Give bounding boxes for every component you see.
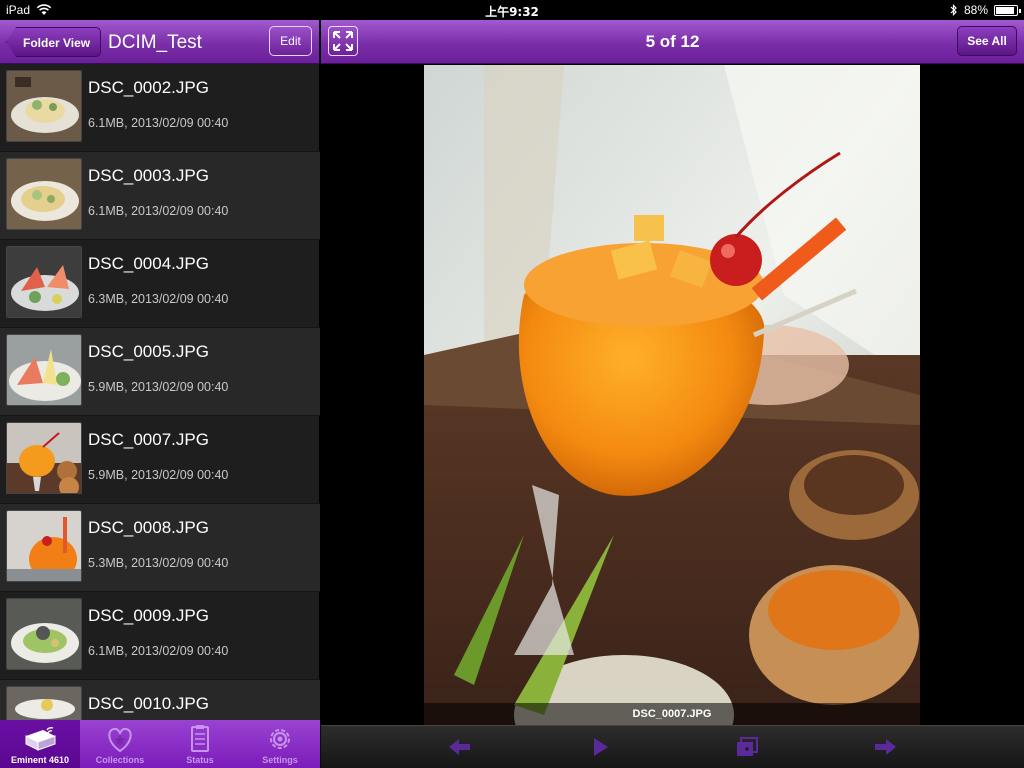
file-meta: 5.3MB, 2013/02/09 00:40 (88, 556, 229, 570)
thumbnail-image (6, 158, 82, 230)
thumbnail-image (6, 70, 82, 142)
list-item[interactable]: DSC_0010.JPG (0, 680, 320, 720)
tab-label: Collections (95, 755, 145, 765)
photo-viewer-panel: 5 of 12 See All DSC_0007.JPG (321, 20, 1024, 768)
file-meta: 5.9MB, 2013/02/09 00:40 (88, 380, 229, 394)
left-navigation-bar: Folder View DCIM_Test Edit (0, 20, 319, 64)
main-photo[interactable] (424, 65, 920, 725)
add-to-collection-icon[interactable] (733, 734, 761, 760)
see-all-button[interactable]: See All (957, 26, 1017, 56)
previous-arrow-icon[interactable] (445, 734, 473, 760)
battery-icon (994, 4, 1021, 16)
file-meta: 6.1MB, 2013/02/09 00:40 (88, 204, 229, 218)
bluetooth-icon (950, 4, 957, 16)
tab-settings[interactable]: Settings (240, 720, 320, 768)
file-name: DSC_0009.JPG (88, 606, 209, 625)
thumbnail-image (6, 598, 82, 670)
folder-view-back-button[interactable]: Folder View (6, 27, 102, 57)
thumbnail-image (6, 510, 82, 582)
tab-label: Status (186, 755, 214, 765)
folder-title: DCIM_Test (108, 32, 202, 53)
file-name: DSC_0003.JPG (88, 166, 209, 185)
app-root: { "statusbar": { "device": "iPad", "time… (0, 0, 1024, 768)
battery-percent: 88% (963, 3, 988, 17)
file-list-panel: Folder View DCIM_Test Edit DSC_0002.JPG … (0, 20, 320, 768)
status-bar: iPad 上午9:32 88% (0, 0, 1024, 20)
list-item[interactable]: DSC_0009.JPG 6.1MB, 2013/02/09 00:40 (0, 592, 320, 680)
gear-icon (270, 729, 290, 749)
list-item[interactable]: DSC_0002.JPG 6.1MB, 2013/02/09 00:40 (0, 64, 320, 152)
thumbnail-image (6, 422, 82, 494)
file-name: DSC_0002.JPG (88, 78, 209, 97)
file-list[interactable]: DSC_0002.JPG 6.1MB, 2013/02/09 00:40 DSC… (0, 64, 320, 720)
tab-label: Eminent 4610 (10, 755, 70, 765)
list-item[interactable]: DSC_0003.JPG 6.1MB, 2013/02/09 00:40 (0, 152, 320, 240)
file-meta: 6.3MB, 2013/02/09 00:40 (88, 292, 229, 306)
file-meta: 5.9MB, 2013/02/09 00:40 (88, 468, 229, 482)
file-name: DSC_0010.JPG (88, 694, 209, 713)
viewer-navigation-bar: 5 of 12 See All (321, 20, 1024, 64)
list-item[interactable]: DSC_0004.JPG 6.3MB, 2013/02/09 00:40 (0, 240, 320, 328)
file-name: DSC_0007.JPG (88, 430, 209, 449)
file-name: DSC_0008.JPG (88, 518, 209, 537)
list-item[interactable]: DSC_0008.JPG 5.3MB, 2013/02/09 00:40 (0, 504, 320, 592)
file-name: DSC_0005.JPG (88, 342, 209, 361)
file-meta: 6.1MB, 2013/02/09 00:40 (88, 116, 229, 130)
viewer-toolbar (321, 725, 1024, 768)
clock: 上午9:32 (485, 5, 539, 19)
thumbnail-image (6, 246, 82, 318)
tab-eminent-4610[interactable]: Eminent 4610 (0, 720, 80, 768)
file-meta: 6.1MB, 2013/02/09 00:40 (88, 644, 229, 658)
list-item[interactable]: DSC_0007.JPG 5.9MB, 2013/02/09 00:40 (0, 416, 320, 504)
photo-counter: 5 of 12 (645, 32, 700, 51)
file-name: DSC_0004.JPG (88, 254, 209, 273)
edit-button[interactable]: Edit (269, 26, 312, 56)
thumbnail-image (6, 334, 82, 406)
clipboard-icon (191, 725, 209, 752)
tab-collections[interactable]: Collections (80, 720, 160, 768)
tab-status[interactable]: Status (160, 720, 240, 768)
next-arrow-icon[interactable] (872, 734, 900, 760)
heart-icon (108, 727, 132, 753)
thumbnail-image (6, 686, 82, 720)
tab-bar: Eminent 4610 Collections Status Settings (0, 720, 320, 768)
drive-icon (25, 726, 56, 751)
play-icon[interactable] (586, 734, 614, 760)
list-item[interactable]: DSC_0005.JPG 5.9MB, 2013/02/09 00:40 (0, 328, 320, 416)
tab-label: Settings (262, 755, 298, 765)
photo-caption: DSC_0007.JPG (424, 703, 920, 725)
